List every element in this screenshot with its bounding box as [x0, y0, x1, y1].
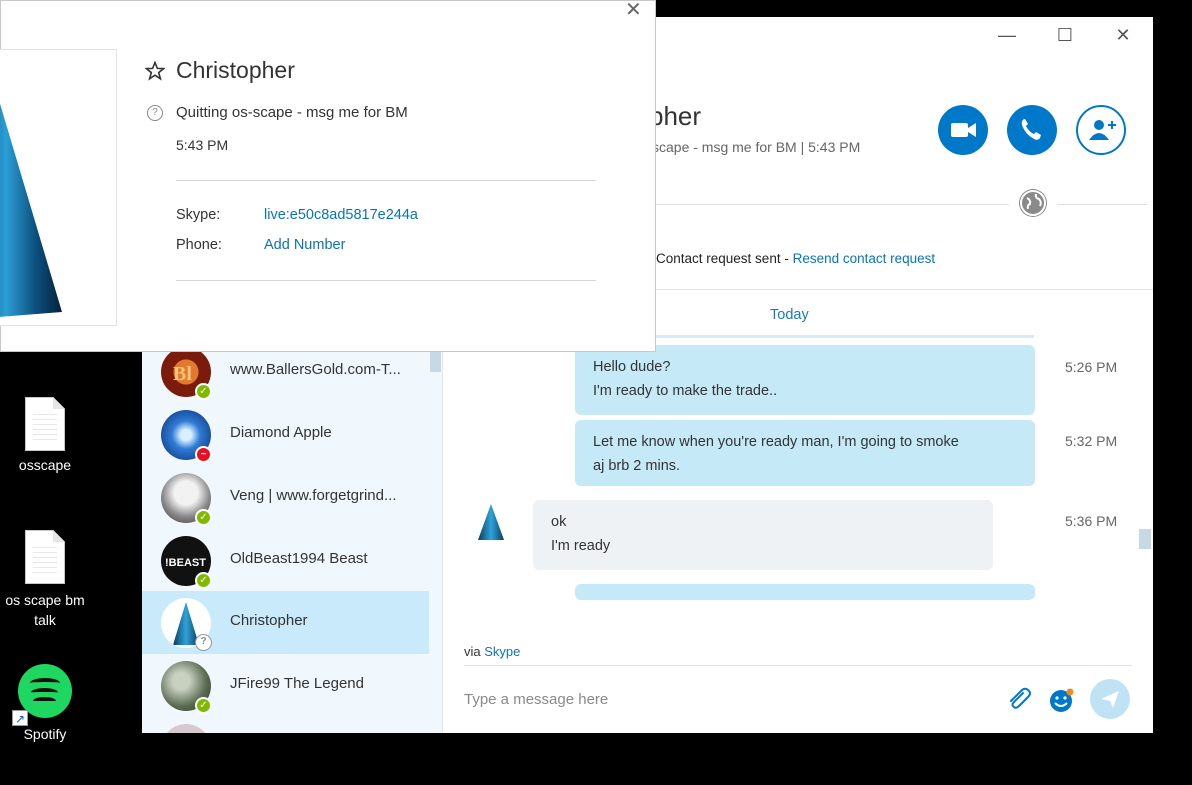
conversation-title: pher	[649, 101, 702, 131]
add-number-link[interactable]: Add Number	[264, 237, 345, 253]
outgoing-message-partial[interactable]	[575, 584, 1035, 600]
contact-profile-popup: ✕ Christopher ? Quitting os-scape - msg …	[0, 0, 656, 352]
skype-id-link[interactable]: live:e50c8ad5817e244a	[264, 207, 418, 223]
desktop-icon-os-scape-bm-talk[interactable]: os scape bm talk	[0, 530, 90, 630]
svg-text:Bl: Bl	[173, 363, 192, 385]
resend-contact-request-link[interactable]: Resend contact request	[793, 251, 936, 266]
contact-item[interactable]: − Diamond Apple	[142, 403, 429, 466]
profile-local-time: 5:43 PM	[176, 137, 229, 153]
separator	[464, 665, 1132, 666]
contact-name: Diamond Apple	[230, 424, 332, 441]
via-skype-link[interactable]: Skype	[484, 644, 520, 659]
contact-item[interactable]: ✓ JFire99 The Legend	[142, 654, 429, 717]
desktop: osscape os scape bm talk ↗ Spotify Bl ✓ …	[0, 0, 1192, 785]
attach-file-button[interactable]	[1004, 685, 1034, 715]
message-time: 5:36 PM	[1065, 513, 1118, 529]
contact-item[interactable]	[142, 717, 429, 733]
star-icon	[144, 60, 166, 81]
video-call-button[interactable]	[938, 105, 988, 155]
status-unknown-icon: ?	[147, 105, 163, 121]
status-online-icon: ✓	[195, 509, 212, 526]
favorite-star-button[interactable]	[144, 60, 166, 81]
globe-icon	[1019, 189, 1047, 217]
contact-name: Veng | www.forgetgrind...	[230, 487, 397, 504]
contact-name: OldBeast1994 Beast	[230, 550, 368, 567]
separator	[656, 204, 1009, 205]
message-time: 5:26 PM	[1065, 359, 1118, 375]
close-popup-button[interactable]: ✕	[625, 0, 642, 22]
incoming-message[interactable]: ok I'm ready	[533, 500, 993, 570]
status-dnd-icon: −	[195, 446, 212, 463]
separator	[176, 180, 596, 181]
contact-name: JFire99 The Legend	[230, 675, 364, 692]
add-people-button[interactable]	[1076, 105, 1126, 155]
status-online-icon: ✓	[195, 383, 212, 400]
phone-label: Phone:	[176, 237, 222, 253]
separator	[176, 280, 596, 281]
send-arrow-icon	[1101, 691, 1119, 708]
profile-mood: Quitting os-scape - msg me for BM	[176, 104, 408, 121]
desktop-icon-osscape[interactable]: osscape	[0, 397, 90, 473]
contact-item[interactable]: ✓ Veng | www.forgetgrind...	[142, 466, 429, 529]
status-unknown-icon: ?	[195, 634, 212, 651]
status-online-icon: ✓	[195, 697, 212, 714]
profile-name: Christopher	[176, 57, 295, 83]
smiley-icon	[1050, 688, 1074, 712]
spotify-icon: ↗	[12, 664, 72, 726]
skype-label: Skype:	[176, 207, 221, 223]
phone-icon	[1021, 119, 1041, 140]
shortcut-arrow-icon: ↗	[12, 710, 28, 726]
outgoing-message[interactable]: Hello dude? I'm ready to make the trade.…	[575, 345, 1035, 415]
message-input[interactable]	[464, 687, 984, 711]
document-icon	[25, 530, 65, 584]
desktop-icon-spotify[interactable]: ↗ Spotify	[0, 664, 90, 742]
separator	[1057, 204, 1147, 205]
message-time: 5:32 PM	[1065, 433, 1118, 449]
profile-picture	[0, 49, 117, 326]
contact-name: Christopher	[230, 612, 308, 629]
via-label: via Skype	[464, 644, 521, 659]
status-online-icon: ✓	[195, 572, 212, 589]
conversation-status: scape - msg me for BM | 5:43 PM	[652, 139, 861, 155]
desktop-icon-label: os scape bm talk	[5, 592, 85, 628]
add-person-icon	[1089, 120, 1116, 140]
desktop-icon-label: Spotify	[23, 726, 67, 742]
sender-avatar	[474, 502, 508, 542]
contact-item[interactable]: !BEAST ✓ OldBeast1994 Beast	[142, 529, 429, 592]
outgoing-message[interactable]: Let me know when you're ready man, I'm g…	[575, 420, 1035, 486]
svg-text:!BEAST: !BEAST	[165, 557, 206, 569]
paperclip-icon	[1010, 687, 1031, 709]
contact-item-selected[interactable]: ? Christopher	[142, 591, 429, 654]
audio-call-button[interactable]	[1007, 105, 1057, 155]
maximize-button[interactable]: ☐	[1047, 25, 1083, 45]
day-divider: Today	[770, 307, 809, 323]
day-divider-bar	[654, 335, 1034, 338]
close-window-button[interactable]: ✕	[1105, 25, 1141, 45]
contacts-scrollbar[interactable]	[430, 352, 441, 372]
emoticon-button[interactable]	[1046, 685, 1076, 715]
minimize-button[interactable]: —	[989, 25, 1025, 45]
messages-scrollbar[interactable]	[1139, 529, 1151, 549]
document-icon	[25, 397, 65, 451]
video-camera-icon	[951, 123, 976, 137]
avatar	[161, 724, 211, 733]
contact-request-notice: Contact request sent - Resend contact re…	[656, 251, 936, 266]
contact-name: www.BallersGold.com-T...	[230, 361, 401, 378]
desktop-icon-label: osscape	[18, 457, 72, 473]
send-button[interactable]	[1090, 679, 1130, 719]
